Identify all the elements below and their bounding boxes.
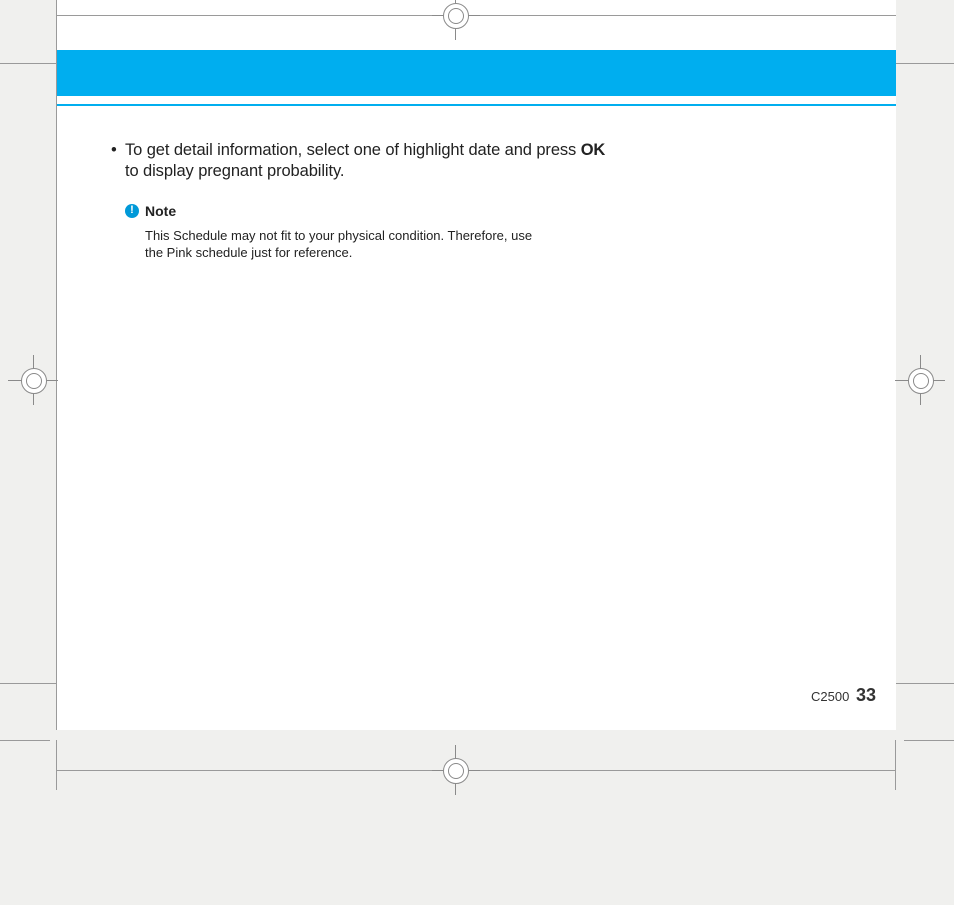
footer-page-number: 33 (856, 685, 876, 705)
crop-line (896, 683, 954, 684)
note-label: Note (145, 203, 176, 219)
note-heading: ! Note (125, 203, 611, 219)
bullet-text: To get detail information, select one of… (125, 140, 611, 183)
page-footer: C2500 33 (811, 685, 876, 706)
exclamation-glyph: ! (130, 205, 134, 216)
bullet-text-bold: OK (581, 141, 606, 159)
bullet-dot: • (111, 140, 125, 183)
registration-mark-icon (430, 0, 480, 40)
manual-page: • To get detail information, select one … (56, 0, 896, 730)
crop-line (0, 683, 56, 684)
crop-line (56, 15, 432, 16)
registration-mark-icon (895, 355, 945, 405)
bullet-text-prefix: To get detail information, select one of… (125, 141, 581, 159)
crop-line (895, 740, 896, 790)
bullet-item: • To get detail information, select one … (111, 140, 611, 183)
crop-line (896, 63, 954, 64)
header-bar (56, 50, 896, 96)
note-body: This Schedule may not fit to your physic… (145, 227, 535, 262)
crop-line (56, 770, 432, 771)
footer-model: C2500 (811, 689, 849, 704)
registration-mark-icon (430, 745, 480, 795)
content-area: • To get detail information, select one … (111, 140, 611, 262)
header-underline (56, 104, 896, 106)
crop-line (480, 770, 896, 771)
note-block: ! Note This Schedule may not fit to your… (125, 203, 611, 262)
registration-mark-icon (8, 355, 58, 405)
crop-line (480, 15, 896, 16)
crop-line (56, 740, 57, 790)
crop-line (0, 740, 50, 741)
exclamation-icon: ! (125, 204, 139, 218)
bullet-text-suffix: to display pregnant probability. (125, 162, 344, 180)
crop-line (0, 63, 56, 64)
crop-line (904, 740, 954, 741)
